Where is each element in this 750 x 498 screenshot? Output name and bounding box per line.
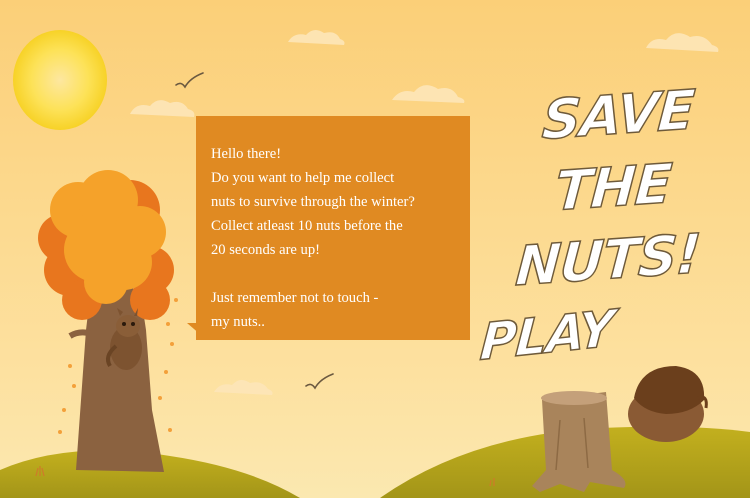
- dialog-line: Collect atleast 10 nuts before the: [211, 218, 403, 234]
- squirrel-speech-bubble: Hello there! Do you want to help me coll…: [196, 116, 470, 340]
- dialog-warning-line: Just remember not to touch -: [211, 290, 379, 306]
- dialog-line: Do you want to help me collect: [211, 170, 395, 186]
- dialog-line: Hello there!: [211, 146, 282, 162]
- sun-icon: [13, 30, 107, 130]
- game-title: SAVE THE NUTS!: [513, 77, 703, 299]
- dialog-warning-line: my nuts..: [211, 314, 265, 330]
- dialog-line: 20 seconds are up!: [211, 242, 321, 258]
- play-button[interactable]: PLAY: [477, 296, 616, 378]
- dialog-line: nuts to survive through the winter?: [211, 194, 415, 210]
